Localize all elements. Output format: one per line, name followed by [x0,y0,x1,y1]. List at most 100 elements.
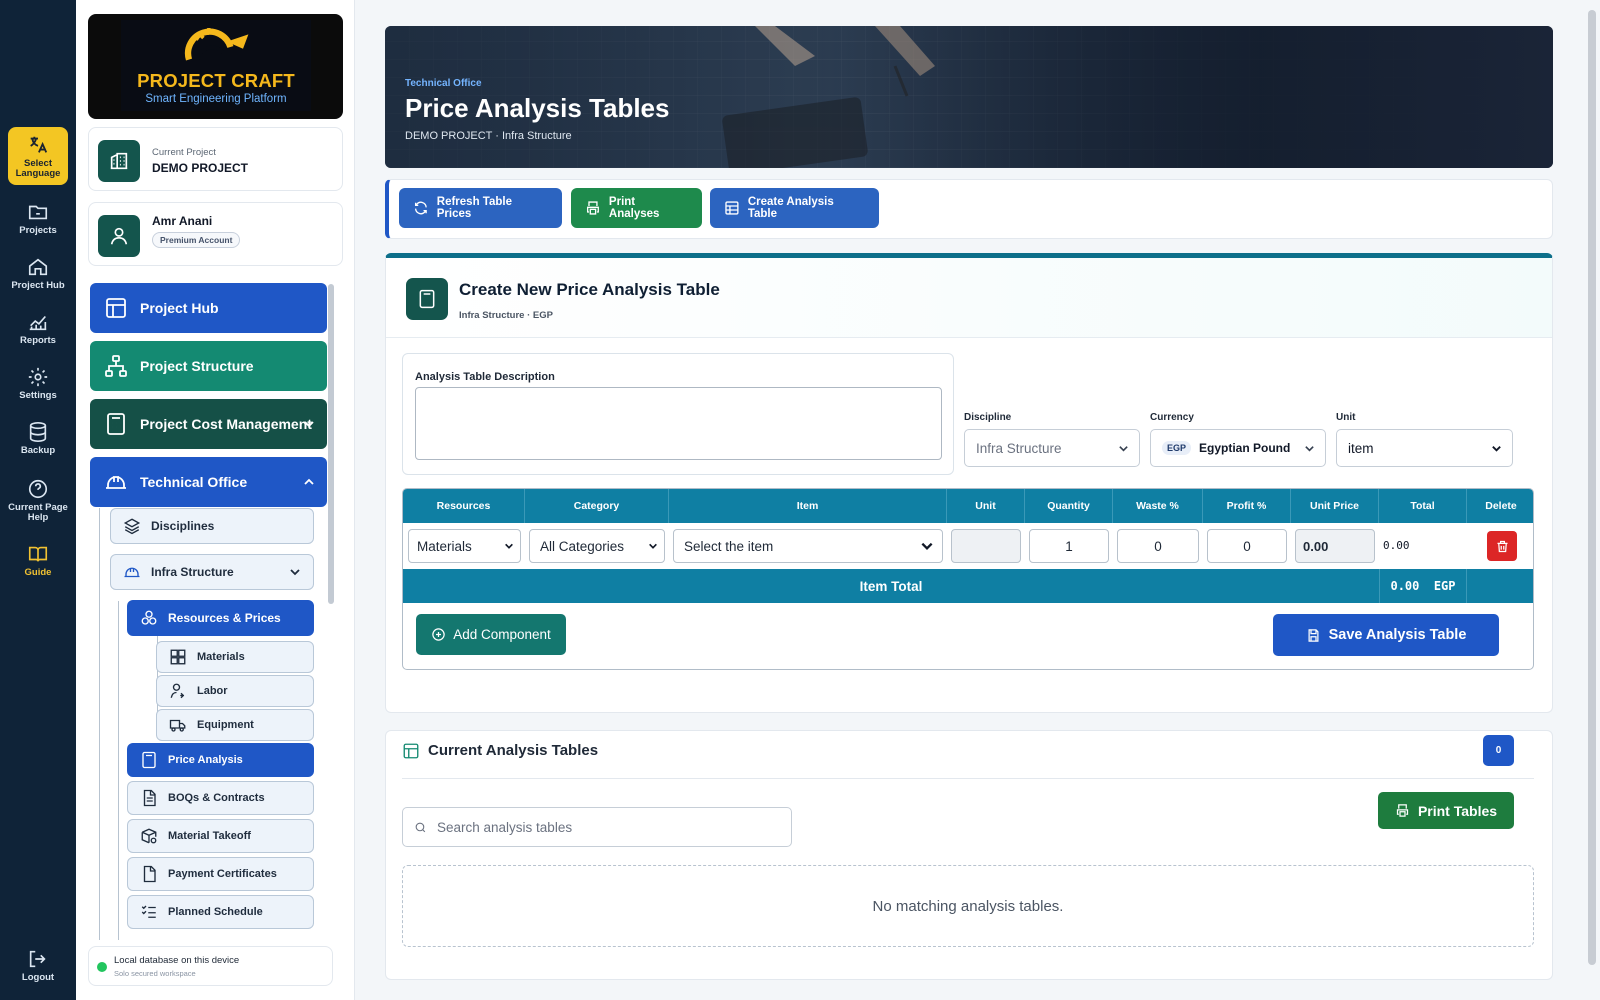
nav-materials[interactable]: Materials [156,641,314,673]
button-label: Save Analysis Table [1328,627,1467,643]
gear-logo-icon [184,28,249,61]
file-icon [143,865,156,883]
chevron-down-icon [649,543,657,549]
chevron-down-icon [1119,446,1128,452]
package-search-icon [141,828,157,844]
nav-material-takeoff[interactable]: Material Takeoff [127,819,314,853]
guide-button[interactable]: Guide [8,535,68,585]
nav-project-structure[interactable]: Project Structure [90,341,327,391]
col-quantity: Quantity [1025,489,1113,523]
unit-label: Unit [1336,412,1356,423]
nav-technical-office[interactable]: Technical Office [90,457,327,507]
page-scrollbar[interactable] [1588,10,1596,965]
projects-button[interactable]: Projects [8,193,68,243]
nav-payment-certificates[interactable]: Payment Certificates [127,857,314,891]
sidebar-scrollbar[interactable] [328,284,334,604]
brand-title: PROJECT CRAFT [137,70,295,91]
checklist-icon [141,905,156,918]
discipline-select[interactable]: Infra Structure [964,429,1140,467]
current-tables-title: Current Analysis Tables [428,742,599,759]
col-unit: Unit [947,489,1025,523]
waste-input[interactable]: 0 [1117,529,1199,563]
calculator-icon [419,289,435,309]
delete-row-button[interactable] [1487,531,1517,561]
translate-icon [30,136,48,153]
settings-button[interactable]: Settings [8,358,68,408]
reports-button[interactable]: Reports [8,303,68,353]
nav-label: Project Hub [140,300,219,316]
sidebar: PROJECT CRAFT Smart Engineering Platform… [76,0,355,1000]
user-card[interactable]: Amr Anani Premium Account [88,202,343,266]
logout-button[interactable]: Logout [8,940,68,990]
select-language-button[interactable]: Select Language [8,127,68,185]
user-icon [110,227,128,245]
col-item: Item [669,489,947,523]
nav-equipment[interactable]: Equipment [156,709,314,741]
layers-icon [123,518,141,535]
nav-price-analysis[interactable]: Price Analysis [127,743,314,777]
nav-label: Project Cost Management [140,416,312,432]
save-analysis-button[interactable]: Save Analysis Table [1273,614,1499,656]
book-icon [28,546,48,561]
hero-subtitle: DEMO PROJECT · Infra Structure [405,130,572,142]
account-badge: Premium Account [152,232,241,248]
description-textarea[interactable] [415,387,942,460]
db-status: Local database on this device Solo secur… [88,946,333,986]
nav-label: Price Analysis [168,754,243,766]
rail-label: Projects [19,224,57,236]
nav-project-hub[interactable]: Project Hub [90,283,327,333]
print-tables-button[interactable]: Print Tables [1378,792,1514,829]
table-icon [403,743,419,759]
col-total: Total [1379,489,1467,523]
table-header: Resources Category Item Unit Quantity Wa… [403,489,1533,523]
nav-disciplines[interactable]: Disciplines [110,508,314,544]
col-unit-price: Unit Price [1291,489,1379,523]
chevron-down-icon [304,421,314,428]
currency-label: Currency [1150,412,1194,423]
quantity-input[interactable]: 1 [1029,529,1109,563]
nav-label: Technical Office [140,474,248,490]
print-analyses-button[interactable]: Print Analyses [571,188,702,228]
hard-hat-icon [106,476,126,489]
item-select[interactable]: Select the item [673,529,943,563]
currency-select[interactable]: EGP Egyptian Pound [1150,429,1326,467]
col-profit: Profit % [1203,489,1291,523]
icon-rail: Select Language Projects Project Hub Rep… [0,0,76,1000]
calculator-photo-icon [722,26,935,168]
home-icon [28,258,48,275]
plus-circle-icon [432,628,445,641]
page-help-button[interactable]: Current Page Help [8,470,68,530]
rail-label: Project Hub [11,279,65,291]
nav-label: Project Structure [140,358,254,374]
button-label: Add Component [453,627,551,642]
description-label: Analysis Table Description [415,371,555,383]
add-component-button[interactable]: Add Component [416,614,566,655]
unit-select[interactable]: item [1336,429,1513,467]
logout-icon [29,950,46,967]
resource-select[interactable]: Materials [408,529,521,563]
nav-project-cost[interactable]: Project Cost Management [90,399,327,449]
calculator-icon [107,413,125,435]
search-input[interactable]: Search analysis tables [402,807,792,847]
nav-planned-schedule[interactable]: Planned Schedule [127,895,314,929]
unit-cell [951,529,1021,563]
create-analysis-table-button[interactable]: Create Analysis Table [710,188,879,228]
item-total-value: 0.00 EGP [1379,569,1467,603]
category-select[interactable]: All Categories [529,529,665,563]
user-name: Amr Anani [152,214,213,228]
current-project-label: Current Project [152,147,216,158]
col-waste: Waste % [1113,489,1203,523]
refresh-prices-button[interactable]: Refresh Table Prices [399,188,562,228]
rail-label: Select Language [15,157,61,179]
nav-infra-structure[interactable]: Infra Structure [110,554,314,590]
nav-labor[interactable]: Labor [156,675,314,707]
current-project-card[interactable]: Current Project DEMO PROJECT [88,127,343,191]
nav-resources-prices[interactable]: Resources & Prices [127,600,314,636]
nav-boqs-contracts[interactable]: BOQs & Contracts [127,781,314,815]
project-hub-rail-button[interactable]: Project Hub [8,248,68,298]
nav-label: Materials [197,651,245,663]
backup-button[interactable]: Backup [8,413,68,463]
profit-input[interactable]: 0 [1207,529,1287,563]
search-placeholder: Search analysis tables [437,819,573,835]
table-icon [725,201,739,215]
